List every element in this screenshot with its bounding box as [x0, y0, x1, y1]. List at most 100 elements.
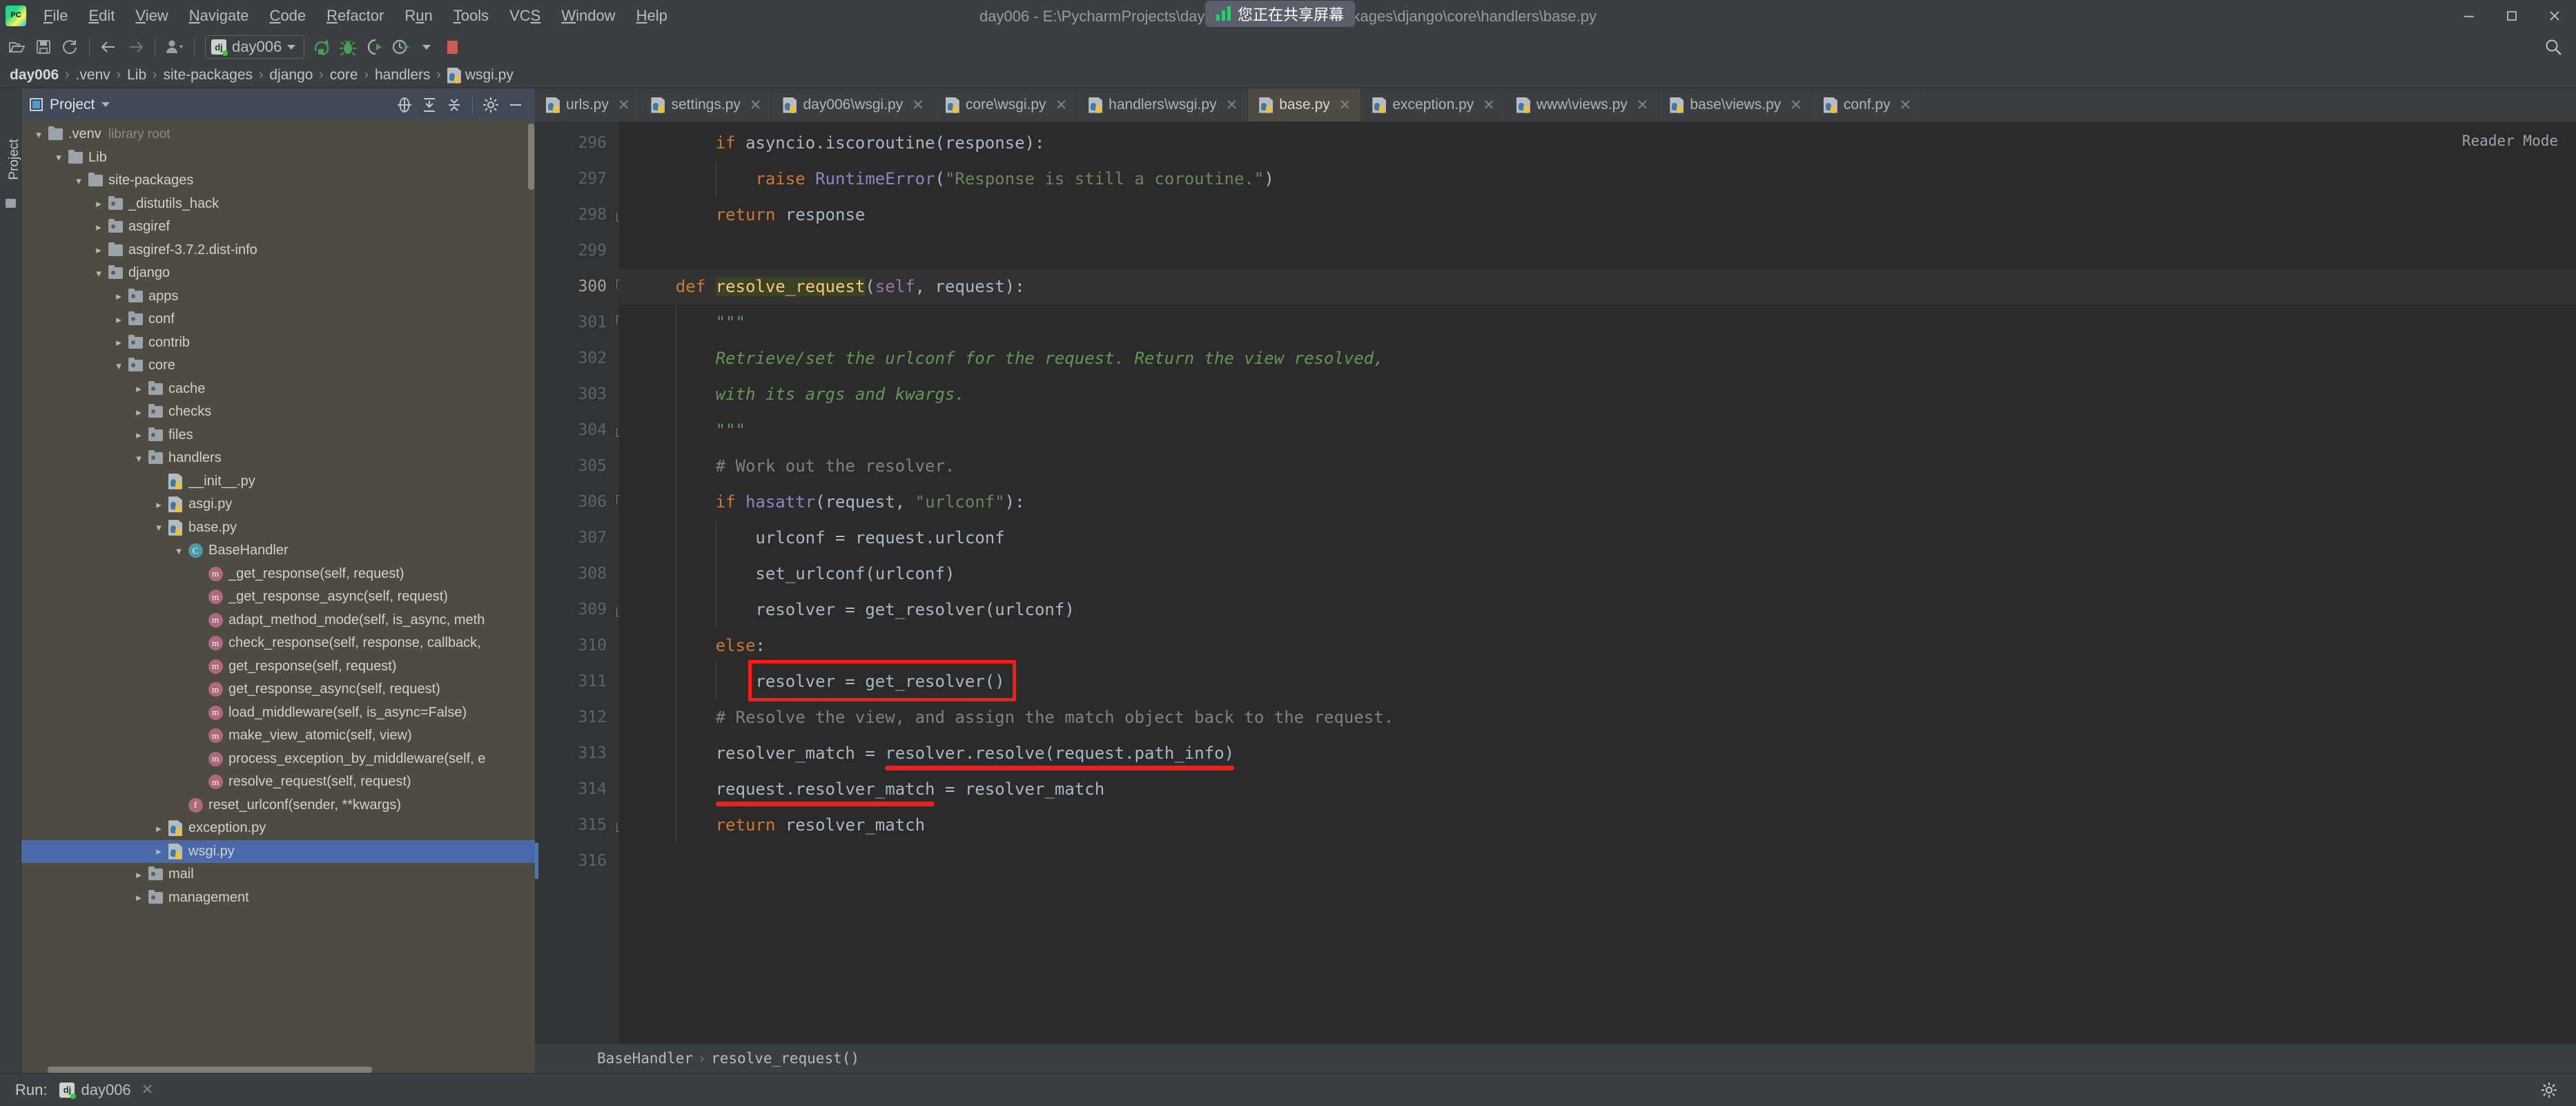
gutter-line-number[interactable]: 304 — [535, 412, 629, 448]
tree-item[interactable]: ▸ exception.py — [21, 817, 535, 840]
refresh-icon[interactable] — [57, 34, 83, 60]
gutter-line-number[interactable]: 308 — [535, 556, 619, 592]
gutter-line-number[interactable]: 307 — [535, 520, 619, 556]
menu-item-edit[interactable]: Edit — [78, 0, 125, 31]
chevron-right-icon[interactable]: ▸ — [91, 221, 106, 233]
editor-tab[interactable]: day006\wsgi.py ✕ — [772, 88, 935, 122]
select-opened-file-icon[interactable] — [393, 94, 416, 116]
code-line[interactable]: resolver = get_resolver() — [619, 663, 2576, 699]
chevron-right-icon[interactable]: ▸ — [131, 429, 146, 441]
tree-item[interactable]: ▸ cache — [21, 378, 535, 401]
tree-item[interactable]: m make_view_atomic(self, view) — [21, 724, 535, 748]
gutter-line-number[interactable]: 296 — [535, 125, 619, 161]
editor-tab[interactable]: core\wsgi.py ✕ — [935, 88, 1078, 122]
editor-tab[interactable]: base\views.py ✕ — [1659, 88, 1813, 122]
close-icon[interactable]: ✕ — [750, 97, 762, 114]
chevron-right-icon[interactable]: ▸ — [131, 891, 146, 904]
arrow-right-icon[interactable] — [122, 34, 148, 60]
code-line[interactable]: raise RuntimeError("Response is still a … — [619, 161, 2576, 197]
gutter-line-number[interactable]: 306 — [535, 484, 629, 520]
code-breadcrumb-item-0[interactable]: BaseHandler — [597, 1050, 693, 1067]
tree-item[interactable]: ▸ contrib — [21, 331, 535, 355]
tree-item[interactable]: m load_middleware(self, is_async=False) — [21, 701, 535, 725]
menu-item-vcs[interactable]: VCS — [499, 0, 551, 31]
tree-item[interactable]: ▸ checks — [21, 400, 535, 424]
tree-item[interactable]: m process_exception_by_middleware(self, e — [21, 748, 535, 771]
editor-tab[interactable]: handlers\wsgi.py ✕ — [1077, 88, 1249, 122]
tree-vertical-scrollbar[interactable] — [528, 124, 534, 190]
tree-item[interactable]: ▸ apps — [21, 285, 535, 309]
profiler-dropdown-icon[interactable] — [413, 34, 440, 60]
editor-tab[interactable]: www\views.py ✕ — [1505, 88, 1659, 122]
tree-item[interactable]: ▸ wsgi.py — [21, 840, 535, 863]
code-line[interactable]: urlconf = request.urlconf — [619, 520, 2576, 556]
code-line[interactable]: return response — [619, 197, 2576, 233]
tree-item[interactable]: f reset_urlconf(sender, **kwargs) — [21, 794, 535, 817]
chevron-right-icon[interactable]: ▸ — [151, 822, 166, 835]
gutter-line-number[interactable]: 313 — [535, 735, 619, 771]
chevron-down-icon[interactable]: ▾ — [131, 452, 146, 465]
chevron-right-icon[interactable]: ▸ — [151, 845, 166, 857]
menu-item-navigate[interactable]: Navigate — [179, 0, 260, 31]
code-line[interactable]: request.resolver_match = resolver_match — [619, 771, 2576, 807]
close-icon[interactable]: ✕ — [1226, 97, 1238, 114]
tree-item[interactable]: m _get_response(self, request) — [21, 563, 535, 586]
expand-all-icon[interactable] — [418, 94, 440, 116]
project-tree[interactable]: ▾ .venv library root ▾ Lib ▾ site-packages ▸ _di… — [21, 121, 535, 1073]
chevron-down-icon[interactable]: ▾ — [31, 128, 46, 141]
menu-item-help[interactable]: Help — [626, 0, 678, 31]
chevron-right-icon[interactable]: ▸ — [131, 382, 146, 395]
chevron-right-icon[interactable]: ▸ — [111, 313, 126, 326]
chevron-right-icon[interactable]: ▸ — [131, 869, 146, 881]
editor-gutter[interactable]: 296 297 298 299 300 301 302 303 304 305 306 307 308 3… — [535, 122, 629, 1044]
gutter-line-number[interactable]: 310 — [535, 628, 619, 663]
gutter-line-number[interactable]: 302 — [535, 340, 619, 376]
tree-item[interactable]: m check_response(self, response, callback… — [21, 632, 535, 655]
close-icon[interactable]: ✕ — [142, 1081, 154, 1098]
tree-item[interactable]: ▾ site-packages — [21, 169, 535, 193]
run-bar-config[interactable]: dj day006 ✕ — [59, 1081, 153, 1099]
tree-item[interactable]: ▾ Lib — [21, 146, 535, 170]
code-line[interactable]: """ — [619, 412, 2576, 448]
gutter-line-number[interactable]: 316 — [535, 843, 619, 879]
tree-item[interactable]: ▸ management — [21, 886, 535, 910]
profiler-icon[interactable] — [387, 34, 413, 60]
chevron-right-icon[interactable]: ▸ — [91, 197, 106, 210]
editor-tab[interactable]: conf.py ✕ — [1813, 88, 1922, 122]
minimize-button[interactable] — [2448, 0, 2490, 31]
gutter-line-number[interactable]: 314 — [535, 771, 619, 807]
breadcrumb-item-0[interactable]: day006 — [7, 67, 61, 84]
code-line[interactable]: else: — [619, 628, 2576, 663]
collapse-all-icon[interactable] — [443, 94, 465, 116]
tree-item[interactable]: m get_response(self, request) — [21, 655, 535, 679]
run-with-coverage-icon[interactable] — [361, 34, 387, 60]
gutter-line-number[interactable]: 300 — [535, 269, 629, 304]
breadcrumb-item-6[interactable]: handlers — [372, 67, 433, 84]
tree-item[interactable]: ▾ core — [21, 354, 535, 378]
tool-window-button-project[interactable]: Project — [7, 128, 22, 191]
reader-mode-label[interactable]: Reader Mode — [2462, 133, 2558, 149]
maximize-button[interactable] — [2490, 0, 2533, 31]
breadcrumb-item-2[interactable]: Lib — [124, 67, 149, 84]
tree-item[interactable]: m get_response_async(self, request) — [21, 678, 535, 701]
tree-item[interactable]: m adapt_method_mode(self, is_async, meth — [21, 609, 535, 632]
gutter-line-number[interactable]: 312 — [535, 699, 619, 735]
gutter-line-number[interactable]: 298 — [535, 197, 629, 233]
code-line[interactable]: resolver = get_resolver(urlconf) — [619, 592, 2576, 628]
code-line[interactable]: """ — [619, 304, 2576, 340]
chevron-right-icon[interactable]: ▸ — [91, 244, 106, 256]
menu-item-refactor[interactable]: Refactor — [316, 0, 394, 31]
code-breadcrumb-item-1[interactable]: resolve_request() — [711, 1050, 859, 1067]
menu-item-window[interactable]: Window — [551, 0, 625, 31]
tree-item[interactable]: __init__.py — [21, 470, 535, 494]
close-icon[interactable]: ✕ — [618, 97, 630, 114]
gutter-line-number[interactable]: 311 — [535, 663, 619, 699]
chevron-down-icon[interactable]: ▾ — [71, 175, 86, 187]
editor-tab[interactable]: exception.py ✕ — [1361, 88, 1505, 122]
close-icon[interactable]: ✕ — [1483, 97, 1495, 114]
tree-item[interactable]: ▾ .venv library root — [21, 123, 535, 146]
tree-item[interactable]: m resolve_request(self, request) — [21, 770, 535, 794]
close-icon[interactable]: ✕ — [1900, 97, 1912, 114]
save-icon[interactable] — [30, 34, 57, 60]
gutter-line-number[interactable]: 297 — [535, 161, 619, 197]
